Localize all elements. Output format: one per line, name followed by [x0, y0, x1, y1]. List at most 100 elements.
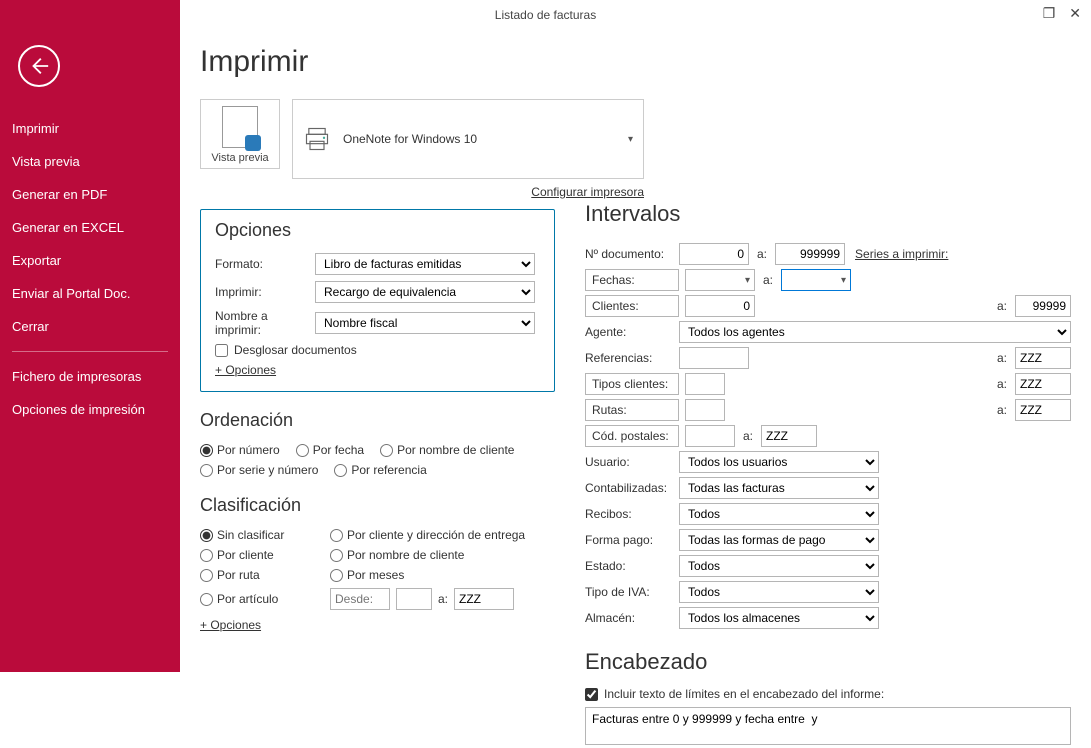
- cls-a-label: a:: [438, 592, 448, 606]
- rutas-from-input[interactable]: [685, 399, 725, 421]
- ord-por-serie[interactable]: Por serie y número: [200, 463, 318, 477]
- opciones-title: Opciones: [215, 220, 540, 241]
- estado-label: Estado:: [585, 559, 679, 573]
- estado-select[interactable]: Todos: [679, 555, 879, 577]
- encabezado-textarea[interactable]: [585, 707, 1071, 745]
- tipos-button[interactable]: Tipos clientes:: [585, 373, 679, 395]
- fpago-label: Forma pago:: [585, 533, 679, 547]
- ndoc-from-input[interactable]: [679, 243, 749, 265]
- encabezado-title: Encabezado: [585, 649, 1071, 675]
- encabezado-check-label: Incluir texto de límites en el encabezad…: [604, 687, 884, 701]
- nav-generar-pdf[interactable]: Generar en PDF: [0, 178, 180, 211]
- cls-por-articulo[interactable]: Por artículo: [200, 592, 320, 606]
- nav-fichero-impresoras[interactable]: Fichero de impresoras: [0, 360, 180, 393]
- configure-printer-link[interactable]: Configurar impresora: [292, 185, 644, 199]
- usuario-label: Usuario:: [585, 455, 679, 469]
- cls-sin-clasificar[interactable]: Sin clasificar: [200, 528, 320, 542]
- nombre-select[interactable]: Nombre fiscal: [315, 312, 535, 334]
- cls-por-meses[interactable]: Por meses: [330, 568, 555, 582]
- printer-icon: [303, 125, 331, 153]
- arrow-left-icon: [28, 55, 50, 77]
- window-restore-icon[interactable]: ❐: [1043, 5, 1056, 22]
- ordenacion-title: Ordenación: [200, 410, 555, 431]
- cp-from-input[interactable]: [685, 425, 735, 447]
- agente-label: Agente:: [585, 325, 679, 339]
- desglosar-checkbox[interactable]: [215, 344, 228, 357]
- preview-label: Vista previa: [205, 152, 275, 164]
- clientes-a-label: a:: [997, 299, 1007, 313]
- window-close-icon[interactable]: ✕: [1069, 5, 1081, 22]
- almacen-label: Almacén:: [585, 611, 679, 625]
- opciones-plus-link[interactable]: + Opciones: [215, 363, 276, 377]
- ord-por-numero[interactable]: Por número: [200, 443, 280, 457]
- document-icon: [222, 106, 258, 148]
- agente-select[interactable]: Todos los agentes: [679, 321, 1071, 343]
- nav-separator: [12, 351, 168, 352]
- tipos-from-input[interactable]: [685, 373, 725, 395]
- tiva-label: Tipo de IVA:: [585, 585, 679, 599]
- preview-button[interactable]: Vista previa: [200, 99, 280, 169]
- nombre-label: Nombre a imprimir:: [215, 309, 315, 337]
- clasificacion-plus-link[interactable]: + Opciones: [200, 618, 261, 632]
- tipos-a-label: a:: [997, 377, 1007, 391]
- ref-a-label: a:: [997, 351, 1007, 365]
- cp-to-input[interactable]: [761, 425, 817, 447]
- clasificacion-title: Clasificación: [200, 495, 555, 516]
- clientes-button[interactable]: Clientes:: [585, 295, 679, 317]
- ref-from-input[interactable]: [679, 347, 749, 369]
- ord-por-fecha[interactable]: Por fecha: [296, 443, 364, 457]
- ref-label: Referencias:: [585, 351, 679, 365]
- nav-vista-previa[interactable]: Vista previa: [0, 145, 180, 178]
- nav-imprimir[interactable]: Imprimir: [0, 112, 180, 145]
- ref-to-input[interactable]: [1015, 347, 1071, 369]
- almacen-select[interactable]: Todos los almacenes: [679, 607, 879, 629]
- usuario-select[interactable]: Todos los usuarios: [679, 451, 879, 473]
- clientes-to-input[interactable]: [1015, 295, 1071, 317]
- ord-por-referencia[interactable]: Por referencia: [334, 463, 426, 477]
- printer-name: OneNote for Windows 10: [343, 132, 477, 146]
- tipos-to-input[interactable]: [1015, 373, 1071, 395]
- nav-cerrar[interactable]: Cerrar: [0, 310, 180, 343]
- cls-extra-input[interactable]: [396, 588, 432, 610]
- contab-select[interactable]: Todas las facturas: [679, 477, 879, 499]
- ndoc-to-input[interactable]: [775, 243, 845, 265]
- ord-por-nombre[interactable]: Por nombre de cliente: [380, 443, 514, 457]
- cls-por-cliente[interactable]: Por cliente: [200, 548, 320, 562]
- magnifier-icon: [245, 135, 261, 151]
- nav-enviar-portal[interactable]: Enviar al Portal Doc.: [0, 277, 180, 310]
- cls-a-input[interactable]: [454, 588, 514, 610]
- intervalos-title: Intervalos: [585, 201, 1071, 227]
- fechas-a-label: a:: [763, 273, 773, 287]
- fechas-button[interactable]: Fechas:: [585, 269, 679, 291]
- imprimir-label: Imprimir:: [215, 285, 315, 299]
- fecha-to-combo[interactable]: ▾: [781, 269, 851, 291]
- rutas-to-input[interactable]: [1015, 399, 1071, 421]
- cls-cliente-direccion[interactable]: Por cliente y dirección de entrega: [330, 528, 555, 542]
- nav-opciones-impresion[interactable]: Opciones de impresión: [0, 393, 180, 426]
- cls-por-nombre[interactable]: Por nombre de cliente: [330, 548, 555, 562]
- nav-exportar[interactable]: Exportar: [0, 244, 180, 277]
- recibos-label: Recibos:: [585, 507, 679, 521]
- fpago-select[interactable]: Todas las formas de pago: [679, 529, 879, 551]
- rutas-button[interactable]: Rutas:: [585, 399, 679, 421]
- cp-button[interactable]: Cód. postales:: [585, 425, 679, 447]
- back-button[interactable]: [18, 45, 60, 87]
- cls-desde-input[interactable]: [330, 588, 390, 610]
- page-title: Imprimir: [200, 45, 1071, 79]
- fecha-from-combo[interactable]: ▾: [685, 269, 755, 291]
- imprimir-select[interactable]: Recargo de equivalencia: [315, 281, 535, 303]
- recibos-select[interactable]: Todos: [679, 503, 879, 525]
- nav-generar-excel[interactable]: Generar en EXCEL: [0, 211, 180, 244]
- desglosar-label: Desglosar documentos: [234, 343, 357, 357]
- encabezado-checkbox[interactable]: [585, 688, 598, 701]
- cls-por-ruta[interactable]: Por ruta: [200, 568, 320, 582]
- tiva-select[interactable]: Todos: [679, 581, 879, 603]
- ndoc-label: Nº documento:: [585, 247, 679, 261]
- printer-selector[interactable]: OneNote for Windows 10 ▾: [292, 99, 644, 179]
- formato-select[interactable]: Libro de facturas emitidas: [315, 253, 535, 275]
- series-link[interactable]: Series a imprimir:: [855, 247, 948, 261]
- opciones-panel: Opciones Formato: Libro de facturas emit…: [200, 209, 555, 392]
- contab-label: Contabilizadas:: [585, 481, 679, 495]
- clientes-from-input[interactable]: [685, 295, 755, 317]
- ndoc-a-label: a:: [757, 247, 767, 261]
